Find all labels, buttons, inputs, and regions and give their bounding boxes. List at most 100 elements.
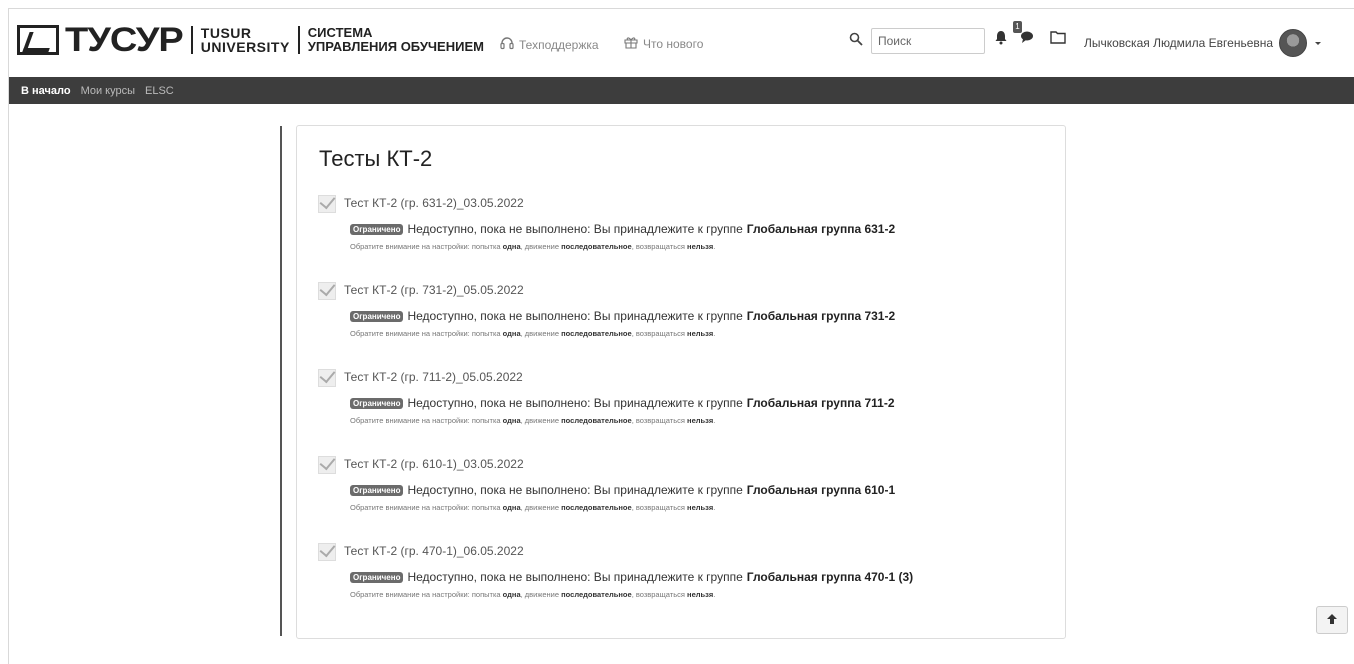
completion-check-icon[interactable]	[317, 455, 336, 474]
gift-icon	[623, 35, 639, 52]
page-frame: ТУСУР TUSUR UNIVERSITY СИСТЕМА УПРАВЛЕНИ…	[8, 8, 1354, 664]
bell-icon[interactable]	[994, 29, 1008, 50]
logo-word: ТУСУР	[65, 21, 184, 59]
note-attempt: одна	[502, 503, 521, 512]
restriction-info: Ограничено Недоступно, пока не выполнено…	[350, 309, 1037, 323]
logo-sys-line2: УПРАВЛЕНИЯ ОБУЧЕНИЕМ	[307, 39, 484, 54]
note-text: Обратите внимание на настройки: попытка	[350, 503, 501, 512]
breadcrumb: В начало Мои курсы ELSC	[9, 77, 1354, 104]
completion-check-icon[interactable]	[317, 194, 336, 213]
support-link[interactable]: Техподдержка	[499, 35, 599, 54]
settings-note: Обратите внимание на настройки: попытка …	[350, 503, 1037, 512]
note-text: , возвращаться	[631, 416, 685, 425]
note-return: нельзя	[687, 329, 714, 338]
logo-sys-line1: СИСТЕМА	[307, 25, 373, 40]
activity-name[interactable]: Тест КТ-2 (гр. 470-1)_06.05.2022	[344, 544, 524, 558]
settings-note: Обратите внимание на настройки: попытка …	[350, 242, 1037, 251]
note-text: , движение	[520, 242, 560, 251]
activity-row[interactable]: Тест КТ-2 (гр. 731-2)_05.05.2022	[317, 281, 1037, 300]
search-area	[849, 28, 985, 54]
activity-item: Тест КТ-2 (гр. 610-1)_03.05.2022 Огранич…	[317, 455, 1037, 512]
breadcrumb-item-my-courses[interactable]: Мои курсы	[81, 85, 135, 97]
note-text: .	[713, 416, 716, 425]
note-move: последовательное	[561, 329, 632, 338]
completion-check-icon[interactable]	[317, 281, 336, 300]
search-icon[interactable]	[849, 32, 863, 51]
settings-note: Обратите внимание на настройки: попытка …	[350, 416, 1037, 425]
logo-university: TUSUR UNIVERSITY	[190, 25, 290, 55]
note-attempt: одна	[502, 329, 521, 338]
restriction-group: Глобальная группа 470-1 (3)	[746, 570, 914, 584]
note-attempt: одна	[502, 242, 521, 251]
logo-system: СИСТЕМА УПРАВЛЕНИЯ ОБУЧЕНИЕМ	[297, 25, 484, 54]
completion-check-icon[interactable]	[317, 368, 336, 387]
activity-row[interactable]: Тест КТ-2 (гр. 610-1)_03.05.2022	[317, 455, 1037, 474]
headset-icon	[499, 35, 515, 54]
restriction-info: Ограничено Недоступно, пока не выполнено…	[350, 396, 1037, 410]
restricted-badge: Ограничено	[350, 571, 404, 583]
breadcrumb-item-home[interactable]: В начало	[21, 85, 71, 97]
support-label: Техподдержка	[519, 37, 599, 52]
caret-down-icon[interactable]	[1313, 36, 1323, 50]
restricted-badge: Ограничено	[350, 397, 404, 409]
note-text: .	[713, 503, 716, 512]
header: ТУСУР TUSUR UNIVERSITY СИСТЕМА УПРАВЛЕНИ…	[9, 9, 1354, 77]
note-move: последовательное	[561, 416, 632, 425]
search-input[interactable]	[871, 28, 985, 54]
note-text: , движение	[520, 503, 560, 512]
note-attempt: одна	[502, 416, 521, 425]
activity-name[interactable]: Тест КТ-2 (гр. 711-2)_05.05.2022	[344, 370, 523, 384]
restriction-group: Глобальная группа 731-2	[746, 309, 896, 323]
whats-new-link[interactable]: Что нового	[623, 35, 703, 52]
breadcrumb-item-course[interactable]: ELSC	[145, 85, 174, 97]
avatar[interactable]	[1279, 29, 1308, 57]
logo-uni-line2: UNIVERSITY	[200, 39, 290, 55]
note-text: Обратите внимание на настройки: попытка	[350, 416, 501, 425]
note-return: нельзя	[687, 503, 714, 512]
note-text: .	[713, 590, 716, 599]
activity-item: Тест КТ-2 (гр. 731-2)_05.05.2022 Огранич…	[317, 281, 1037, 338]
restriction-group: Глобальная группа 631-2	[746, 222, 896, 236]
note-move: последовательное	[561, 503, 632, 512]
activity-row[interactable]: Тест КТ-2 (гр. 631-2)_03.05.2022	[317, 194, 1037, 213]
arrow-up-icon	[1326, 613, 1338, 628]
header-icons	[994, 29, 1066, 50]
back-to-top-button[interactable]	[1316, 606, 1348, 634]
logo-uni-line1: TUSUR	[200, 25, 252, 41]
section-card: Тесты КТ-2 Тест КТ-2 (гр. 631-2)_03.05.2…	[296, 125, 1066, 639]
logo-icon	[17, 25, 59, 55]
section-title: Тесты КТ-2	[319, 146, 433, 171]
restriction-text: Недоступно, пока не выполнено: Вы принад…	[407, 396, 743, 410]
note-return: нельзя	[687, 590, 714, 599]
restricted-badge: Ограничено	[350, 223, 404, 235]
activity-item: Тест КТ-2 (гр. 631-2)_03.05.2022 Огранич…	[317, 194, 1037, 251]
whats-new-label: Что нового	[643, 36, 704, 51]
restriction-text: Недоступно, пока не выполнено: Вы принад…	[407, 309, 743, 323]
note-text: , возвращаться	[631, 242, 685, 251]
note-text: , движение	[520, 329, 560, 338]
chat-icon[interactable]	[1020, 30, 1034, 49]
user-menu[interactable]: Лычковская Людмила Евгеньевна	[1084, 29, 1323, 57]
activity-item: Тест КТ-2 (гр. 470-1)_06.05.2022 Огранич…	[317, 542, 1037, 599]
note-text: Обратите внимание на настройки: попытка	[350, 329, 501, 338]
activity-name[interactable]: Тест КТ-2 (гр. 610-1)_03.05.2022	[344, 457, 524, 471]
note-return: нельзя	[687, 242, 714, 251]
note-text: , движение	[520, 590, 560, 599]
note-return: нельзя	[687, 416, 714, 425]
activity-name[interactable]: Тест КТ-2 (гр. 631-2)_03.05.2022	[344, 196, 524, 210]
note-text: .	[713, 242, 716, 251]
activity-row[interactable]: Тест КТ-2 (гр. 711-2)_05.05.2022	[317, 368, 1037, 387]
restriction-info: Ограничено Недоступно, пока не выполнено…	[350, 570, 1037, 584]
restricted-badge: Ограничено	[350, 484, 404, 496]
section-indicator	[280, 126, 282, 636]
folder-icon[interactable]	[1050, 30, 1066, 49]
note-text: Обратите внимание на настройки: попытка	[350, 242, 501, 251]
completion-check-icon[interactable]	[317, 542, 336, 561]
note-text: Обратите внимание на настройки: попытка	[350, 590, 501, 599]
activity-row[interactable]: Тест КТ-2 (гр. 470-1)_06.05.2022	[317, 542, 1037, 561]
note-text: .	[713, 329, 716, 338]
note-attempt: одна	[502, 590, 521, 599]
activity-name[interactable]: Тест КТ-2 (гр. 731-2)_05.05.2022	[344, 283, 524, 297]
site-logo[interactable]: ТУСУР TUSUR UNIVERSITY СИСТЕМА УПРАВЛЕНИ…	[17, 21, 484, 59]
restriction-text: Недоступно, пока не выполнено: Вы принад…	[407, 570, 743, 584]
